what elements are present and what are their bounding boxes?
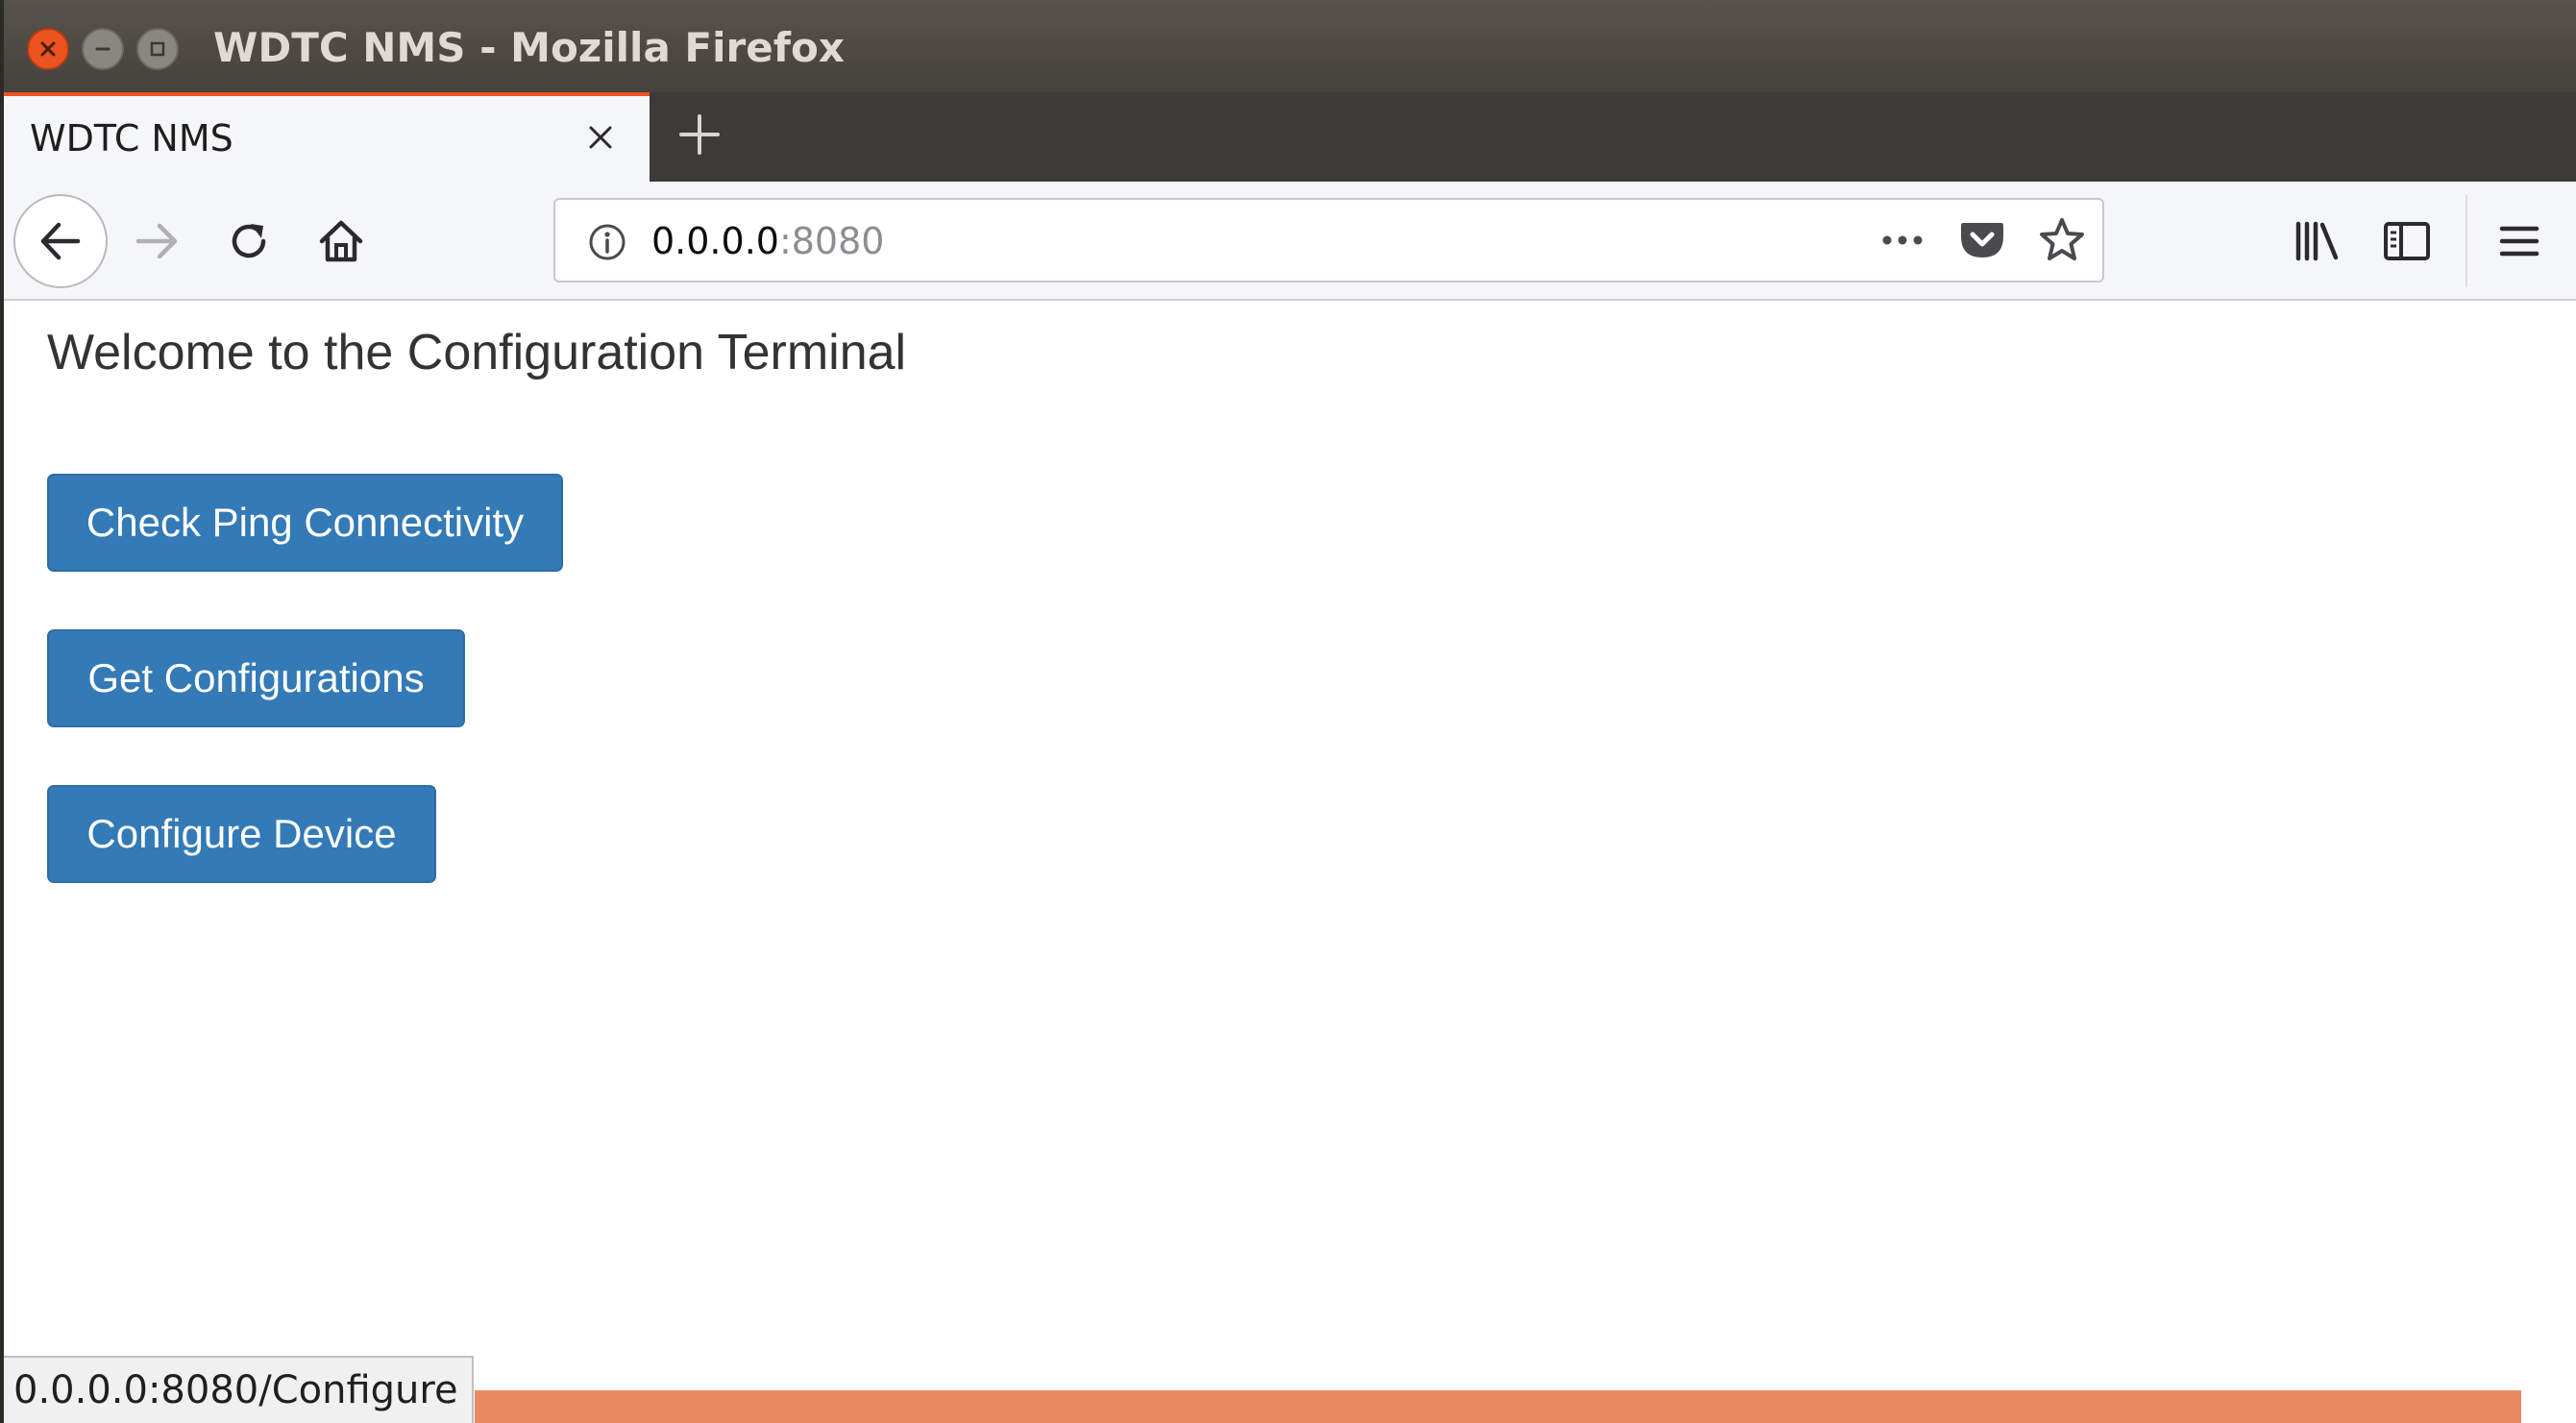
- new-tab-button[interactable]: [673, 108, 726, 161]
- reload-icon: [232, 224, 266, 258]
- tab-strip: WDTC NMS: [0, 92, 2576, 182]
- tab-label: WDTC NMS: [30, 117, 233, 159]
- home-icon: [319, 220, 363, 262]
- page-heading: Welcome to the Configuration Terminal: [47, 325, 907, 380]
- sidebar-icon: [2384, 222, 2430, 260]
- close-icon: [40, 41, 56, 57]
- maximize-icon: [150, 41, 165, 57]
- hamburger-menu-icon: [2499, 226, 2539, 257]
- pocket-icon: [1961, 223, 2003, 258]
- maximize-window-button[interactable]: [136, 28, 179, 70]
- status-link-preview: 0.0.0.0:8080/Configure: [0, 1356, 474, 1423]
- url-text[interactable]: 0.0.0.0:8080: [651, 217, 884, 265]
- window-title: WDTC NMS - Mozilla Firefox: [213, 24, 845, 71]
- tab-close-icon: [589, 126, 612, 149]
- open-menu-button[interactable]: [2489, 210, 2550, 272]
- get-configurations-button[interactable]: Get Configurations: [47, 629, 465, 727]
- browser-window: WDTC NMS - Mozilla Firefox WDTC NMS 0.0.…: [0, 0, 2576, 1423]
- bookmark-button[interactable]: [2031, 209, 2093, 271]
- url-port: :8080: [778, 220, 885, 262]
- arrow-right-icon: [135, 223, 178, 259]
- library-button[interactable]: [2287, 210, 2348, 272]
- minimize-icon: [95, 47, 110, 51]
- url-host: 0.0.0.0: [651, 220, 779, 262]
- info-icon: [589, 224, 626, 260]
- page-actions-button[interactable]: [1872, 209, 1933, 271]
- configure-device-button[interactable]: Configure Device: [47, 785, 436, 883]
- more-horizontal-icon: [1882, 235, 1923, 245]
- star-icon: [2040, 218, 2084, 260]
- title-bar: WDTC NMS - Mozilla Firefox: [0, 0, 2576, 92]
- close-window-button[interactable]: [27, 28, 69, 70]
- forward-button[interactable]: [127, 210, 188, 272]
- pocket-button[interactable]: [1951, 209, 2013, 271]
- page-loading-bar: [475, 1390, 2521, 1423]
- back-button[interactable]: [13, 194, 108, 288]
- toolbar-separator: [2466, 195, 2467, 287]
- window-left-border: [0, 0, 4, 1423]
- library-icon: [2295, 221, 2339, 261]
- navigation-toolbar: 0.0.0.0:8080: [0, 182, 2576, 301]
- address-bar[interactable]: 0.0.0.0:8080: [553, 198, 2104, 282]
- sidebar-button[interactable]: [2376, 210, 2438, 272]
- tab-wdtc-nms[interactable]: WDTC NMS: [0, 92, 650, 182]
- page-content: Welcome to the Configuration Terminal Ch…: [0, 301, 2576, 1423]
- home-button[interactable]: [310, 210, 372, 272]
- check-ping-connectivity-button[interactable]: Check Ping Connectivity: [47, 474, 563, 572]
- site-info-button[interactable]: [577, 211, 638, 273]
- plus-icon: [679, 114, 720, 155]
- arrow-left-icon: [40, 222, 81, 260]
- tab-close-button[interactable]: [577, 113, 625, 161]
- reload-button[interactable]: [218, 210, 280, 272]
- minimize-window-button[interactable]: [82, 28, 124, 70]
